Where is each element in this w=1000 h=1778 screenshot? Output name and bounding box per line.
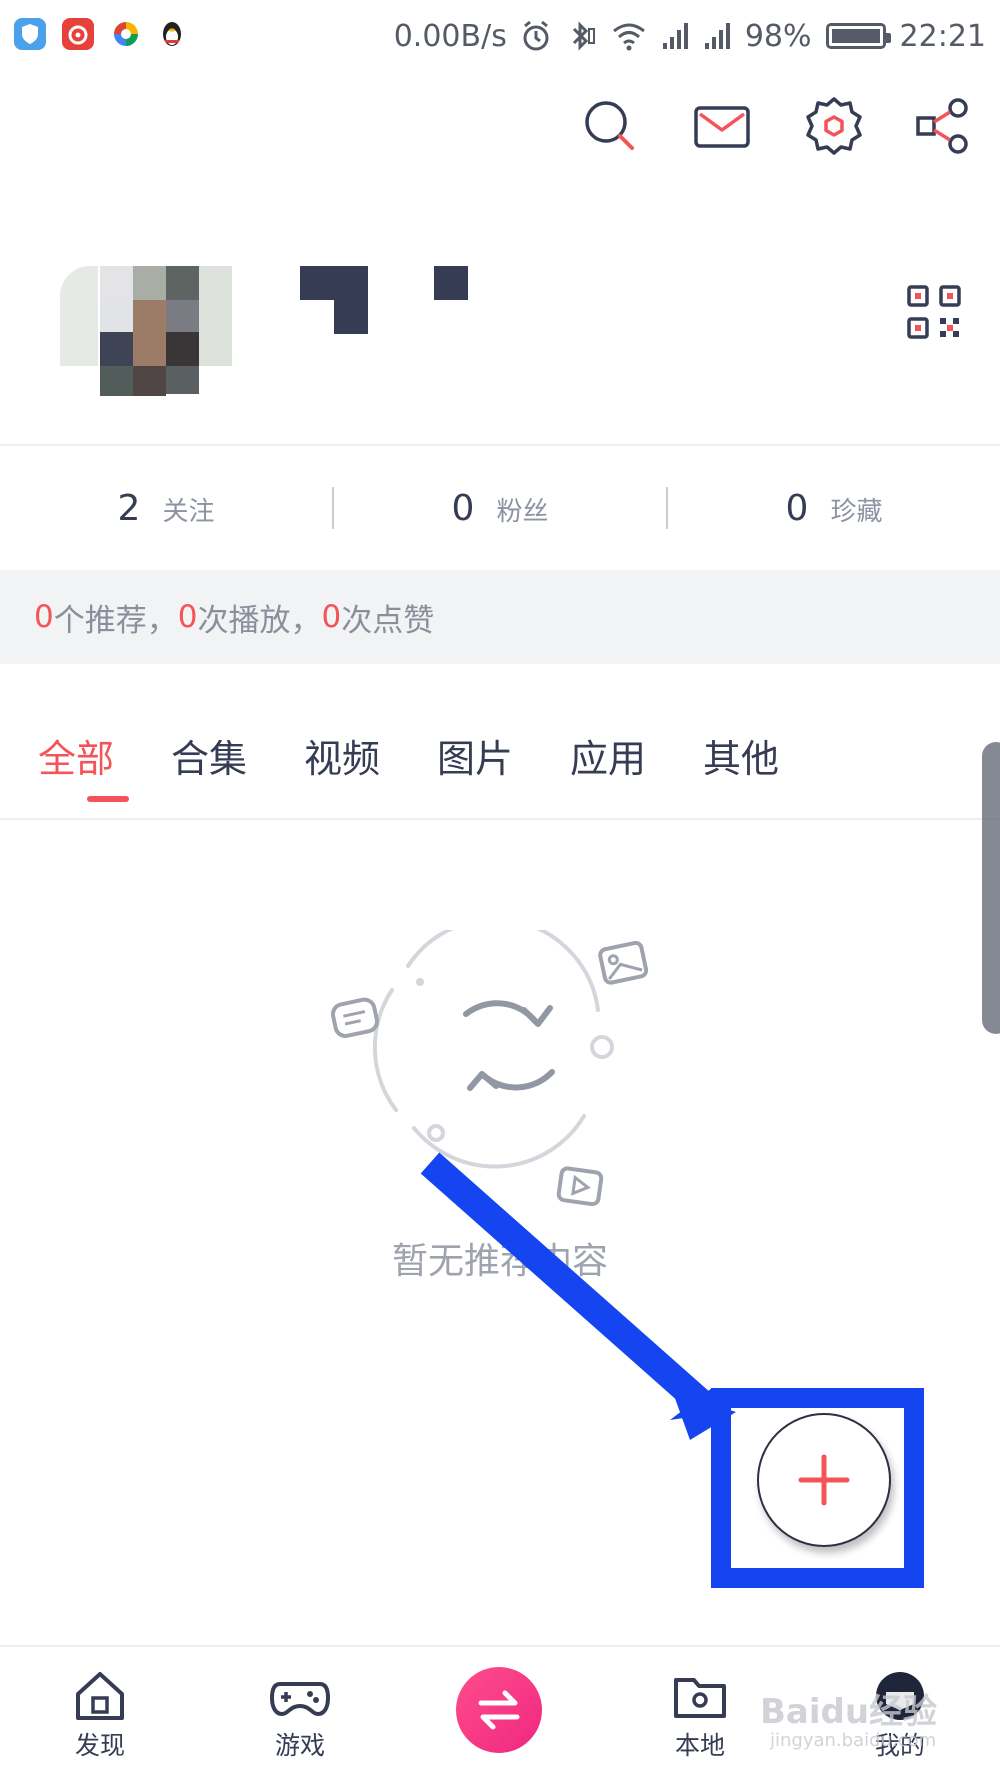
shield-app-icon [14, 18, 46, 50]
settings-icon[interactable] [802, 94, 866, 158]
tab-other[interactable]: 其他 [703, 728, 836, 808]
folder-location-icon [674, 1678, 726, 1718]
signal-icon-1 [662, 23, 688, 49]
nav-games[interactable]: 游戏 [250, 1668, 350, 1762]
content-tabs: 全部 合集 视频 图片 应用 其他 [38, 728, 836, 808]
wifi-icon [612, 23, 645, 51]
stat-label: 粉丝 [496, 496, 549, 527]
nav-label: 游戏 [274, 1731, 325, 1760]
tab-apps[interactable]: 应用 [570, 728, 703, 808]
status-indicators: 0.00B/s 98% 22:21 [394, 14, 986, 58]
search-icon[interactable] [578, 94, 642, 158]
tabs-divider [0, 818, 1000, 820]
play-label: 次播放， [197, 602, 322, 639]
gamepad-icon [270, 1682, 330, 1716]
stat-fans[interactable]: 0 粉丝 [334, 488, 666, 529]
avatar[interactable] [60, 266, 234, 396]
like-count: 0 [321, 599, 342, 635]
profile-divider [0, 444, 1000, 446]
home-icon [76, 1672, 124, 1720]
watermark: Baidu经验 [760, 1692, 938, 1732]
stat-collection[interactable]: 0 珍藏 [668, 488, 1000, 529]
qr-code-icon[interactable] [906, 284, 962, 340]
side-drawer-handle[interactable] [982, 742, 1000, 1034]
mail-icon[interactable] [690, 94, 754, 158]
add-content-button[interactable] [757, 1413, 891, 1547]
username-blur [434, 266, 468, 300]
empty-state-illustration [320, 917, 660, 1220]
username-blur [334, 300, 368, 334]
network-speed: 0.00B/s [393, 18, 507, 54]
tab-collection[interactable]: 合集 [171, 728, 304, 808]
play-count: 0 [177, 599, 198, 635]
plus-icon [798, 1454, 850, 1506]
swap-arrows-icon [478, 1690, 520, 1730]
recommend-label: 个推荐， [53, 602, 178, 639]
like-label: 次点赞 [341, 602, 435, 639]
active-tab-indicator [87, 796, 129, 802]
stat-value: 0 [451, 487, 475, 529]
stat-value: 0 [785, 487, 809, 529]
tab-video[interactable]: 视频 [304, 728, 437, 808]
stats-row: 2 关注 0 粉丝 0 珍藏 [0, 447, 1000, 569]
stat-label: 关注 [162, 496, 215, 527]
status-bar: 0.00B/s 98% 22:21 [0, 0, 1000, 72]
nav-discover[interactable]: 发现 [50, 1668, 150, 1762]
empty-state-text: 暂无推荐内容 [391, 1241, 608, 1282]
nav-label: 本地 [674, 1731, 725, 1760]
nav-label: 发现 [74, 1731, 125, 1760]
transfer-button[interactable] [456, 1667, 542, 1753]
qq-penguin-icon [156, 18, 188, 50]
tab-images[interactable]: 图片 [437, 728, 570, 808]
activity-summary: 0 个推荐， 0 次播放， 0 次点赞 [0, 570, 1000, 664]
recommend-count: 0 [34, 599, 54, 635]
signal-icon-2 [704, 23, 730, 49]
battery-percent: 98% [744, 18, 812, 54]
stat-value: 2 [117, 487, 141, 529]
colorful-app-icon [110, 18, 142, 50]
stat-label: 珍藏 [830, 496, 883, 527]
battery-icon [825, 23, 891, 49]
stat-following[interactable]: 2 关注 [0, 488, 332, 529]
nav-local[interactable]: 本地 [650, 1668, 750, 1762]
clock: 22:21 [899, 18, 986, 54]
share-icon[interactable] [912, 94, 976, 158]
watermark-url: jingyan.baidu.com [770, 1730, 937, 1751]
netease-music-icon [62, 18, 94, 50]
username-blur [300, 266, 368, 300]
alarm-icon [523, 20, 549, 51]
vibrate-bluetooth-icon [572, 21, 595, 51]
